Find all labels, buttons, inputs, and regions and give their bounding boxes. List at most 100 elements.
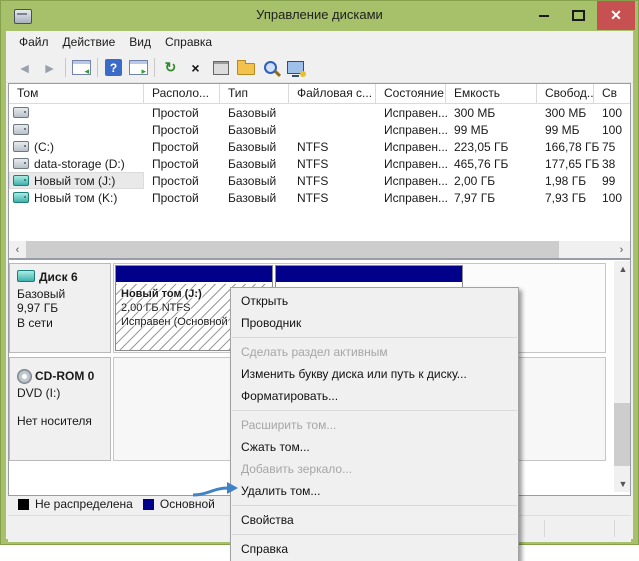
column-header[interactable]: Св: [594, 84, 631, 103]
horizontal-scrollbar-thumb[interactable]: [26, 241, 559, 258]
open-folder-icon[interactable]: [233, 56, 258, 79]
table-row[interactable]: ПростойБазовыйИсправен...300 МБ300 МБ100: [9, 104, 630, 121]
column-header[interactable]: Том: [9, 84, 144, 103]
scroll-up-icon[interactable]: ▲: [614, 261, 631, 277]
show-console-icon[interactable]: ▸: [126, 56, 151, 79]
table-row[interactable]: (C:)ПростойБазовыйNTFSИсправен...223,05 …: [9, 138, 630, 155]
volume-free-percent: 75: [594, 140, 631, 154]
volume-layout: Простой: [144, 140, 220, 154]
context-menu-item[interactable]: Удалить том...: [231, 480, 518, 502]
volume-free-percent: 100: [594, 106, 631, 120]
volume-name: Новый том (K:): [34, 191, 117, 205]
menubar-item[interactable]: Действие: [56, 32, 123, 52]
volume-filesystem: NTFS: [289, 174, 376, 188]
volume-list: ТомРасполо...ТипФайловая с...СостояниеЕм…: [8, 83, 631, 259]
context-menu-item[interactable]: Справка: [231, 538, 518, 560]
context-menu-item[interactable]: Сжать том...: [231, 436, 518, 458]
volume-filesystem: NTFS: [289, 157, 376, 171]
disk-settings-icon[interactable]: [283, 56, 308, 79]
partition-k-color-strip: [276, 266, 462, 284]
volume-name-cell[interactable]: Новый том (J:): [9, 172, 144, 189]
scroll-left-icon[interactable]: ‹: [9, 241, 26, 258]
table-row[interactable]: Новый том (K:)ПростойБазовыйNTFSИсправен…: [9, 189, 630, 206]
back-icon[interactable]: ◄: [12, 56, 37, 79]
vertical-scrollbar[interactable]: ▲ ▼: [614, 261, 631, 492]
properties-icon[interactable]: [208, 56, 233, 79]
volume-free-percent: 38: [594, 157, 631, 171]
volume-free: 177,65 ГБ: [537, 157, 594, 171]
vertical-scrollbar-thumb[interactable]: [614, 403, 631, 466]
volume-name: Новый том (J:): [34, 174, 115, 188]
context-menu-item[interactable]: Проводник: [231, 312, 518, 334]
menubar-item[interactable]: Файл: [12, 32, 56, 52]
context-menu-item[interactable]: Открыть: [231, 290, 518, 312]
menubar-item[interactable]: Вид: [122, 32, 158, 52]
refresh-icon[interactable]: ↻: [158, 56, 183, 79]
toolbar-separator: [154, 58, 155, 77]
search-icon[interactable]: [258, 56, 283, 79]
volume-name-cell[interactable]: Новый том (K:): [9, 189, 144, 206]
context-menu-item[interactable]: Форматировать...: [231, 385, 518, 407]
drive-icon: [13, 141, 29, 152]
context-menu-separator: [232, 505, 517, 506]
cdrom-drive-letter: DVD (I:): [17, 386, 110, 401]
volume-name-cell[interactable]: (C:): [9, 138, 144, 155]
close-button[interactable]: ✕: [597, 1, 635, 30]
volume-name-cell[interactable]: [9, 104, 144, 121]
column-header[interactable]: Емкость: [446, 84, 537, 103]
volume-type: Базовый: [220, 191, 289, 205]
annotation-arrow-icon: [190, 477, 242, 501]
legend-swatch: [143, 499, 154, 510]
table-row[interactable]: ПростойБазовыйИсправен...99 МБ99 МБ100: [9, 121, 630, 138]
volume-list-header: ТомРасполо...ТипФайловая с...СостояниеЕм…: [9, 84, 630, 104]
context-menu-item[interactable]: Свойства: [231, 509, 518, 531]
volume-free-percent: 100: [594, 123, 631, 137]
table-row[interactable]: Новый том (J:)ПростойБазовыйNTFSИсправен…: [9, 172, 630, 189]
context-menu: ОткрытьПроводникСделать раздел активнымИ…: [230, 287, 519, 561]
volume-type: Базовый: [220, 123, 289, 137]
titlebar[interactable]: Управление дисками ✕: [1, 1, 638, 30]
minimize-button[interactable]: [529, 1, 559, 30]
disk6-size: 9,97 ГБ: [17, 301, 110, 316]
volume-name-cell[interactable]: data-storage (D:): [9, 155, 144, 172]
context-menu-item: Расширить том...: [231, 414, 518, 436]
volume-status: Исправен...: [376, 191, 446, 205]
volume-list-rows: ПростойБазовыйИсправен...300 МБ300 МБ100…: [9, 104, 630, 206]
volume-type: Базовый: [220, 157, 289, 171]
forward-icon[interactable]: ►: [37, 56, 62, 79]
volume-name-cell[interactable]: [9, 121, 144, 138]
toolbar-separator: [97, 58, 98, 77]
disk6-info-box[interactable]: Диск 6 Базовый 9,97 ГБ В сети: [9, 263, 111, 353]
volume-free: 99 МБ: [537, 123, 594, 137]
cdrom-media-status: Нет носителя: [17, 414, 110, 429]
volume-status: Исправен...: [376, 123, 446, 137]
table-row[interactable]: data-storage (D:)ПростойБазовыйNTFSИспра…: [9, 155, 630, 172]
volume-status: Исправен...: [376, 106, 446, 120]
partition-j-size: 2,00 ГБ NTFS: [121, 302, 190, 314]
volume-filesystem: NTFS: [289, 191, 376, 205]
volume-name: (C:): [34, 140, 54, 154]
status-bar-divider: [614, 520, 615, 537]
column-header[interactable]: Состояние: [376, 84, 446, 103]
legend-swatch: [18, 499, 29, 510]
horizontal-scrollbar[interactable]: ‹ ›: [9, 241, 630, 258]
context-menu-item[interactable]: Изменить букву диска или путь к диску...: [231, 363, 518, 385]
console-tree-icon[interactable]: ◂: [69, 56, 94, 79]
volume-capacity: 300 МБ: [446, 106, 537, 120]
cdrom-info-box[interactable]: CD-ROM 0 DVD (I:) Нет носителя: [9, 357, 111, 461]
volume-free: 300 МБ: [537, 106, 594, 120]
scroll-right-icon[interactable]: ›: [613, 241, 630, 258]
volume-name: data-storage (D:): [34, 157, 125, 171]
delete-icon[interactable]: ×: [183, 56, 208, 79]
maximize-button[interactable]: [563, 1, 593, 30]
column-header[interactable]: Файловая с...: [289, 84, 376, 103]
cdrom-label: CD-ROM 0: [35, 369, 94, 384]
column-header[interactable]: Располо...: [144, 84, 220, 103]
column-header[interactable]: Тип: [220, 84, 289, 103]
column-header[interactable]: Свобод...: [537, 84, 594, 103]
cd-rom-icon: [17, 369, 32, 384]
partition-j-color-strip: [116, 266, 272, 284]
help-icon[interactable]: ?: [101, 56, 126, 79]
scroll-down-icon[interactable]: ▼: [614, 476, 631, 492]
menubar-item[interactable]: Справка: [158, 32, 219, 52]
